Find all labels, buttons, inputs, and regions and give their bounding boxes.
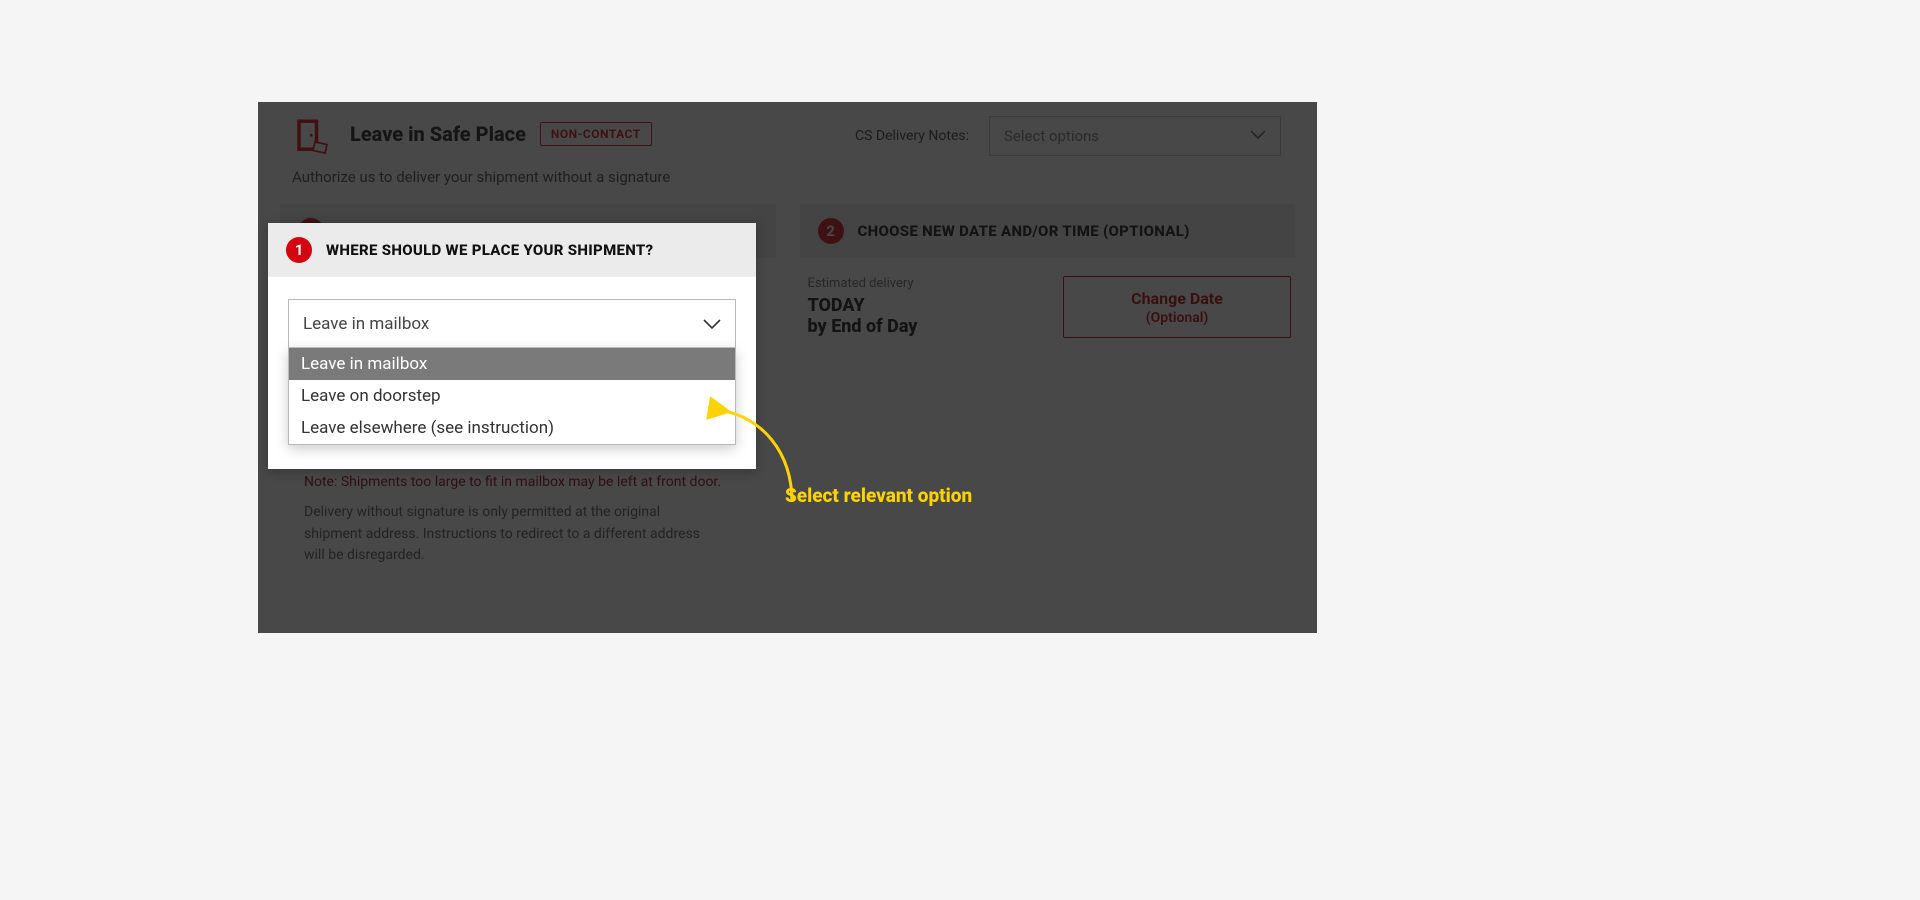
placement-dropdown: Leave in mailbox Leave on doorstep Leave… (288, 347, 736, 445)
popup-step-title: WHERE SHOULD WE PLACE YOUR SHIPMENT? (326, 241, 653, 259)
chevron-down-icon (703, 319, 721, 330)
popup-step-header: 1 WHERE SHOULD WE PLACE YOUR SHIPMENT? (268, 223, 756, 277)
option-elsewhere[interactable]: Leave elsewhere (see instruction) (289, 412, 735, 444)
option-doorstep[interactable]: Leave on doorstep (289, 380, 735, 412)
option-mailbox[interactable]: Leave in mailbox (289, 348, 735, 380)
popup-placement-selected: Leave in mailbox (303, 314, 429, 334)
placement-popup: 1 WHERE SHOULD WE PLACE YOUR SHIPMENT? L… (268, 223, 756, 469)
popup-placement-select[interactable]: Leave in mailbox (288, 299, 736, 349)
popup-step-number: 1 (286, 237, 312, 263)
